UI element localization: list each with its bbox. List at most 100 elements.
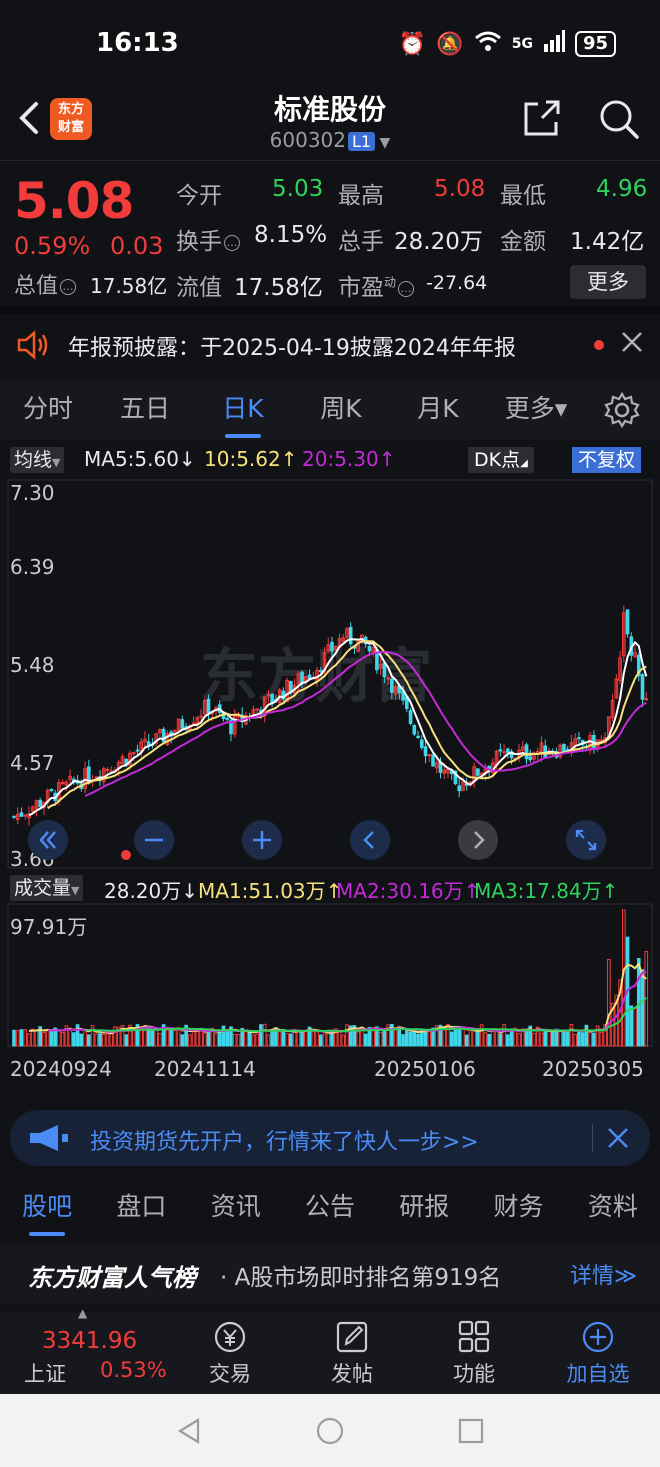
- tab-daily-k[interactable]: 日K: [194, 380, 292, 440]
- candle-body: [307, 674, 312, 679]
- candle-body: [577, 737, 581, 740]
- tab-finance[interactable]: 财务: [494, 1180, 544, 1236]
- volume-legend: 成交量▼ 28.20万↓ MA1:51.03万↑ MA2:30.16万↑ MA3…: [0, 872, 660, 904]
- scroll-left-button[interactable]: [350, 820, 390, 860]
- zoom-in-button[interactable]: [242, 820, 282, 860]
- candle-body: [506, 748, 510, 753]
- candle-body: [367, 646, 372, 652]
- popularity-detail-link[interactable]: 详情≫: [570, 1258, 637, 1290]
- volume-max-label: 97.91万: [10, 915, 87, 939]
- scroll-left-fast-button[interactable]: [28, 820, 68, 860]
- stock-code: 600302: [269, 128, 347, 152]
- popularity-brand: 东方财富人气榜: [28, 1264, 196, 1292]
- nav-trade[interactable]: 交易: [180, 1320, 280, 1388]
- wifi-icon: [474, 30, 502, 58]
- back-triangle-icon[interactable]: [174, 1416, 204, 1446]
- tab-five-day[interactable]: 五日: [96, 380, 194, 440]
- plus-circle-icon: [582, 1321, 614, 1353]
- yen-coin-icon: [214, 1321, 246, 1353]
- volume-bar: [72, 1032, 76, 1047]
- candle-body: [408, 710, 413, 724]
- high-label: 最高: [338, 183, 384, 209]
- open-value: 5.03: [272, 176, 324, 202]
- nav-post[interactable]: 发帖: [302, 1320, 402, 1388]
- popularity-ranking[interactable]: 东方财富人气榜 · A股市场即时排名第919名 详情≫: [0, 1244, 660, 1304]
- nav-functions[interactable]: 功能: [424, 1320, 524, 1388]
- bottom-nav: ▲ 3341.96 上证 0.53% 交易 发帖 功能 加自选: [0, 1306, 660, 1394]
- volume-bar: [592, 1032, 596, 1047]
- ma20-value: 20:5.30↑: [302, 447, 396, 471]
- tab-news[interactable]: 资讯: [211, 1180, 261, 1236]
- volume-bar: [506, 1034, 510, 1047]
- zoom-out-button[interactable]: [134, 820, 174, 860]
- tab-intraday[interactable]: 分时: [0, 380, 96, 440]
- close-icon[interactable]: [620, 330, 644, 354]
- grid-icon: [458, 1320, 490, 1353]
- fullscreen-button[interactable]: [566, 820, 606, 860]
- volume-bar: [188, 1034, 192, 1047]
- chevron-down-icon: ▼: [52, 456, 61, 469]
- candle-body: [386, 677, 390, 680]
- volume-bar: [154, 1029, 158, 1047]
- nav-add-watchlist[interactable]: 加自选: [548, 1320, 648, 1388]
- volume-bar: [517, 1033, 521, 1047]
- volume-bar: [15, 1030, 20, 1047]
- volume-bar: [165, 1027, 170, 1047]
- search-icon[interactable]: [598, 98, 640, 140]
- index-value[interactable]: 3341.96: [42, 1328, 137, 1354]
- tab-guba[interactable]: 股吧: [22, 1180, 72, 1236]
- dk-point-button[interactable]: DK点◢: [468, 447, 534, 473]
- float-mv-label: 流值: [176, 275, 222, 301]
- notice-bar[interactable]: 年报预披露：于2025-04-19披露2024年年报: [0, 316, 660, 374]
- date-tick-label: 20240924: [10, 1057, 112, 1081]
- volume-bar: [83, 1029, 87, 1047]
- gear-icon[interactable]: [604, 392, 640, 428]
- tab-announcements[interactable]: 公告: [305, 1180, 355, 1236]
- tab-profile[interactable]: 资料: [588, 1180, 638, 1236]
- more-button[interactable]: 更多: [570, 265, 646, 299]
- tab-research[interactable]: 研报: [399, 1180, 449, 1236]
- kline-chart[interactable]: 东方财富 7.306.395.484.573.66 97.91万 2024092…: [0, 476, 660, 1092]
- tab-weekly-k[interactable]: 周K: [292, 380, 390, 440]
- tab-more[interactable]: 更多▾: [486, 380, 586, 440]
- info-icon[interactable]: …: [60, 279, 77, 295]
- system-nav-bar: [0, 1394, 660, 1467]
- divider: [0, 160, 660, 161]
- home-circle-icon[interactable]: [315, 1416, 345, 1446]
- volume-bar: [408, 1031, 413, 1047]
- volume-bar: [416, 1033, 420, 1047]
- volume-bar: [236, 1034, 241, 1047]
- caret-up-icon: ▲: [78, 1306, 88, 1320]
- volume-bar: [498, 1033, 503, 1047]
- volume-select[interactable]: 成交量▼: [10, 875, 84, 901]
- total-mv-label: 总值…: [14, 268, 78, 300]
- recents-square-icon[interactable]: [456, 1416, 486, 1446]
- y-tick-label: 7.30: [10, 481, 55, 505]
- volume-bar: [45, 1030, 50, 1047]
- info-icon[interactable]: …: [224, 234, 240, 251]
- volume-bar: [124, 1034, 129, 1047]
- candle-body: [255, 708, 259, 711]
- tab-pankou[interactable]: 盘口: [116, 1180, 166, 1236]
- vol-ma1-value: MA1:51.03万↑: [198, 879, 343, 903]
- share-icon[interactable]: [522, 98, 562, 138]
- candle-body: [502, 751, 506, 754]
- ma-select[interactable]: 均线▼: [10, 447, 65, 473]
- status-bar: 16:13 ⏰ 🔕 5G 95: [0, 0, 660, 88]
- volume-bar: [588, 1031, 592, 1047]
- date-tick-label: 20241114: [154, 1057, 256, 1081]
- scroll-right-button[interactable]: [458, 820, 498, 860]
- volume-bar: [360, 1028, 364, 1047]
- volume-bar: [87, 1034, 91, 1047]
- info-icon[interactable]: …: [398, 280, 415, 297]
- candle-body: [457, 785, 462, 792]
- volume-bar: [580, 1032, 585, 1047]
- adjust-button[interactable]: 不复权: [572, 447, 642, 473]
- volume-bar: [289, 1033, 293, 1047]
- tab-monthly-k[interactable]: 月K: [390, 380, 486, 440]
- promo-banner[interactable]: 投资期货先开户，行情来了快人一步>>: [10, 1110, 650, 1166]
- volume-bar: [476, 1030, 480, 1047]
- open-label: 今开: [176, 183, 222, 209]
- double-chevron-left-icon: [39, 831, 56, 849]
- close-icon[interactable]: [606, 1126, 630, 1150]
